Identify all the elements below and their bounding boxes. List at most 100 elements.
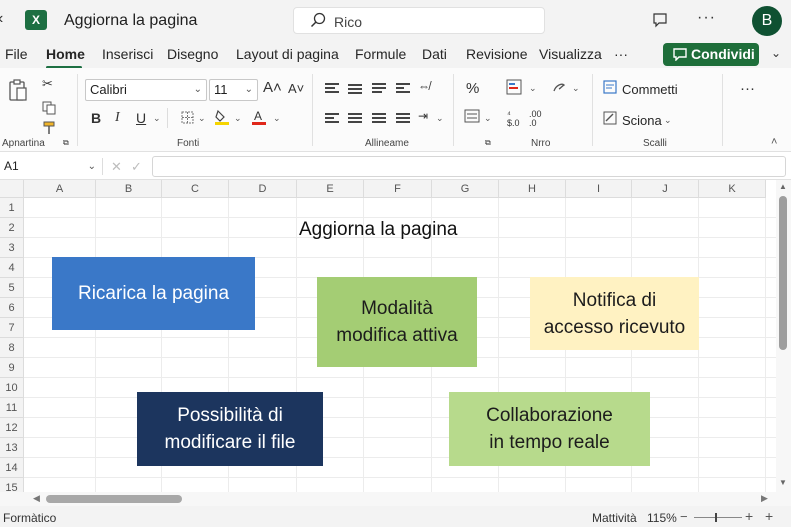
clipboard-launcher-icon[interactable]: ⧉ bbox=[63, 138, 69, 148]
cell-styles-icon[interactable] bbox=[551, 79, 567, 95]
number-format-icon[interactable] bbox=[464, 109, 480, 123]
grow-font-icon[interactable]: A˄ bbox=[263, 79, 282, 96]
decrease-decimal-icon[interactable]: .00.0 bbox=[529, 110, 542, 128]
comments-button[interactable]: Commetti bbox=[622, 82, 678, 97]
tab-review[interactable]: Revisione bbox=[466, 46, 527, 62]
shrink-font-icon[interactable]: A˅ bbox=[288, 81, 304, 96]
paste-icon[interactable] bbox=[8, 78, 28, 102]
percent-style-button[interactable]: % bbox=[466, 80, 479, 97]
column-header[interactable]: C bbox=[162, 180, 229, 198]
share-button[interactable]: Condividi bbox=[663, 43, 759, 66]
shape-realtime-collaboration[interactable]: Collaborazione in tempo reale bbox=[449, 392, 650, 466]
chevron-down-icon[interactable]: ⌄ bbox=[484, 113, 492, 124]
tab-draw[interactable]: Disegno bbox=[167, 46, 218, 62]
comments-icon[interactable] bbox=[603, 80, 617, 94]
bold-button[interactable]: B bbox=[91, 110, 101, 126]
chevron-down-icon[interactable]: ⌄ bbox=[436, 113, 444, 124]
align-right-icon[interactable] bbox=[372, 112, 386, 124]
comments-icon[interactable] bbox=[652, 12, 668, 28]
row-header[interactable]: 5 bbox=[0, 278, 24, 298]
zoom-slider[interactable] bbox=[694, 517, 742, 518]
tab-data[interactable]: Dati bbox=[422, 46, 447, 62]
shape-edit-mode-active[interactable]: Modalità modifica attiva bbox=[317, 277, 477, 367]
conditional-formatting-icon[interactable] bbox=[506, 79, 522, 95]
column-header[interactable]: F bbox=[364, 180, 432, 198]
borders-icon[interactable] bbox=[181, 111, 194, 124]
tab-home[interactable]: Home bbox=[46, 46, 85, 62]
vertical-scrollbar[interactable]: ▲ ▼ bbox=[776, 180, 791, 492]
row-header[interactable]: 4 bbox=[0, 258, 24, 278]
more-options-icon[interactable]: ··· bbox=[697, 9, 716, 27]
format-painter-icon[interactable] bbox=[42, 121, 56, 135]
column-header[interactable]: B bbox=[96, 180, 162, 198]
horizontal-scroll-thumb[interactable] bbox=[46, 495, 182, 503]
chevron-down-icon[interactable]: ⌄ bbox=[273, 113, 281, 124]
align-top-icon[interactable] bbox=[325, 82, 339, 94]
row-header[interactable]: 7 bbox=[0, 318, 24, 338]
underline-button[interactable]: U bbox=[136, 110, 146, 126]
align-center-icon[interactable] bbox=[348, 112, 362, 124]
cut-icon[interactable]: ✂ bbox=[42, 76, 53, 92]
fill-color-icon[interactable] bbox=[214, 108, 230, 126]
indent-icon[interactable] bbox=[396, 112, 410, 124]
formula-input[interactable] bbox=[152, 156, 786, 177]
document-title[interactable]: Aggiorna la pagina bbox=[64, 12, 197, 30]
row-header[interactable]: 6 bbox=[0, 298, 24, 318]
name-box[interactable]: A1 ⌄ bbox=[0, 156, 100, 177]
avatar[interactable]: B bbox=[752, 6, 782, 36]
column-header[interactable]: G bbox=[432, 180, 499, 198]
search-input[interactable]: Rico bbox=[334, 14, 362, 30]
row-header[interactable]: 12 bbox=[0, 418, 24, 438]
cancel-icon[interactable]: ✕ bbox=[111, 159, 122, 175]
zoom-slider-handle[interactable] bbox=[715, 513, 717, 522]
chevron-down-icon[interactable]: ⌄ bbox=[234, 113, 242, 124]
chevron-down-icon[interactable]: ⌄ bbox=[529, 83, 537, 94]
font-color-icon[interactable]: A bbox=[251, 108, 267, 126]
merge-cells-icon[interactable]: ⇥ bbox=[418, 109, 428, 123]
tab-view[interactable]: Visualizza bbox=[539, 46, 602, 62]
italic-button[interactable]: I bbox=[115, 110, 120, 126]
align-bottom-icon[interactable] bbox=[372, 82, 386, 94]
column-header[interactable]: E bbox=[297, 180, 364, 198]
font-name-select[interactable]: Calibri ⌄ bbox=[85, 79, 207, 101]
scroll-button[interactable]: Sciona bbox=[622, 113, 662, 128]
row-header[interactable]: 15 bbox=[0, 478, 24, 492]
horizontal-scrollbar[interactable]: ◀ ▶ bbox=[0, 492, 791, 506]
row-header[interactable]: 10 bbox=[0, 378, 24, 398]
zoom-in-secondary-icon[interactable]: + bbox=[765, 508, 773, 524]
row-header[interactable]: 8 bbox=[0, 338, 24, 358]
vertical-scroll-thumb[interactable] bbox=[779, 196, 787, 350]
chevron-down-icon[interactable]: ⌄ bbox=[664, 115, 672, 126]
ribbon-more-icon[interactable]: ··· bbox=[740, 80, 755, 97]
status-activity[interactable]: Mattività bbox=[592, 511, 637, 525]
alignment-launcher-icon[interactable]: ⧉ bbox=[485, 138, 491, 148]
shape-access-notification[interactable]: Notifica di accesso ricevuto bbox=[530, 277, 699, 350]
row-header[interactable]: 9 bbox=[0, 358, 24, 378]
row-header[interactable]: 13 bbox=[0, 438, 24, 458]
copy-icon[interactable] bbox=[42, 101, 56, 115]
scroll-icon[interactable] bbox=[603, 111, 617, 125]
row-header[interactable]: 1 bbox=[0, 198, 24, 218]
zoom-out-icon[interactable]: − bbox=[680, 509, 688, 524]
scroll-down-icon[interactable]: ▼ bbox=[779, 478, 787, 487]
column-header[interactable]: K bbox=[699, 180, 766, 198]
tab-insert[interactable]: Inserisci bbox=[102, 46, 153, 62]
chevron-down-icon[interactable]: ⌄ bbox=[198, 113, 206, 124]
collapse-ribbon-icon[interactable]: ˄ bbox=[771, 136, 777, 148]
font-size-select[interactable]: 11 ⌄ bbox=[209, 79, 258, 101]
share-chevron-down-icon[interactable]: ⌄ bbox=[771, 46, 781, 60]
scroll-up-icon[interactable]: ▲ bbox=[779, 182, 787, 191]
chevron-down-icon[interactable]: ⌄ bbox=[572, 83, 580, 94]
chevron-down-icon[interactable]: ⌄ bbox=[153, 113, 161, 124]
search-box[interactable]: Rico bbox=[293, 7, 545, 34]
tab-more[interactable]: ··· bbox=[614, 46, 628, 62]
row-header[interactable]: 2 bbox=[0, 218, 24, 238]
row-header[interactable]: 14 bbox=[0, 458, 24, 478]
tab-file[interactable]: File bbox=[5, 46, 28, 62]
tab-page-layout[interactable]: Layout di pagina bbox=[236, 46, 339, 62]
column-header[interactable]: D bbox=[229, 180, 297, 198]
back-chevron-icon[interactable]: ‹ bbox=[0, 10, 3, 28]
row-header[interactable]: 3 bbox=[0, 238, 24, 258]
scroll-left-icon[interactable]: ◀ bbox=[33, 493, 40, 504]
increase-decimal-icon[interactable]: ⁴ $.0 bbox=[507, 110, 520, 128]
